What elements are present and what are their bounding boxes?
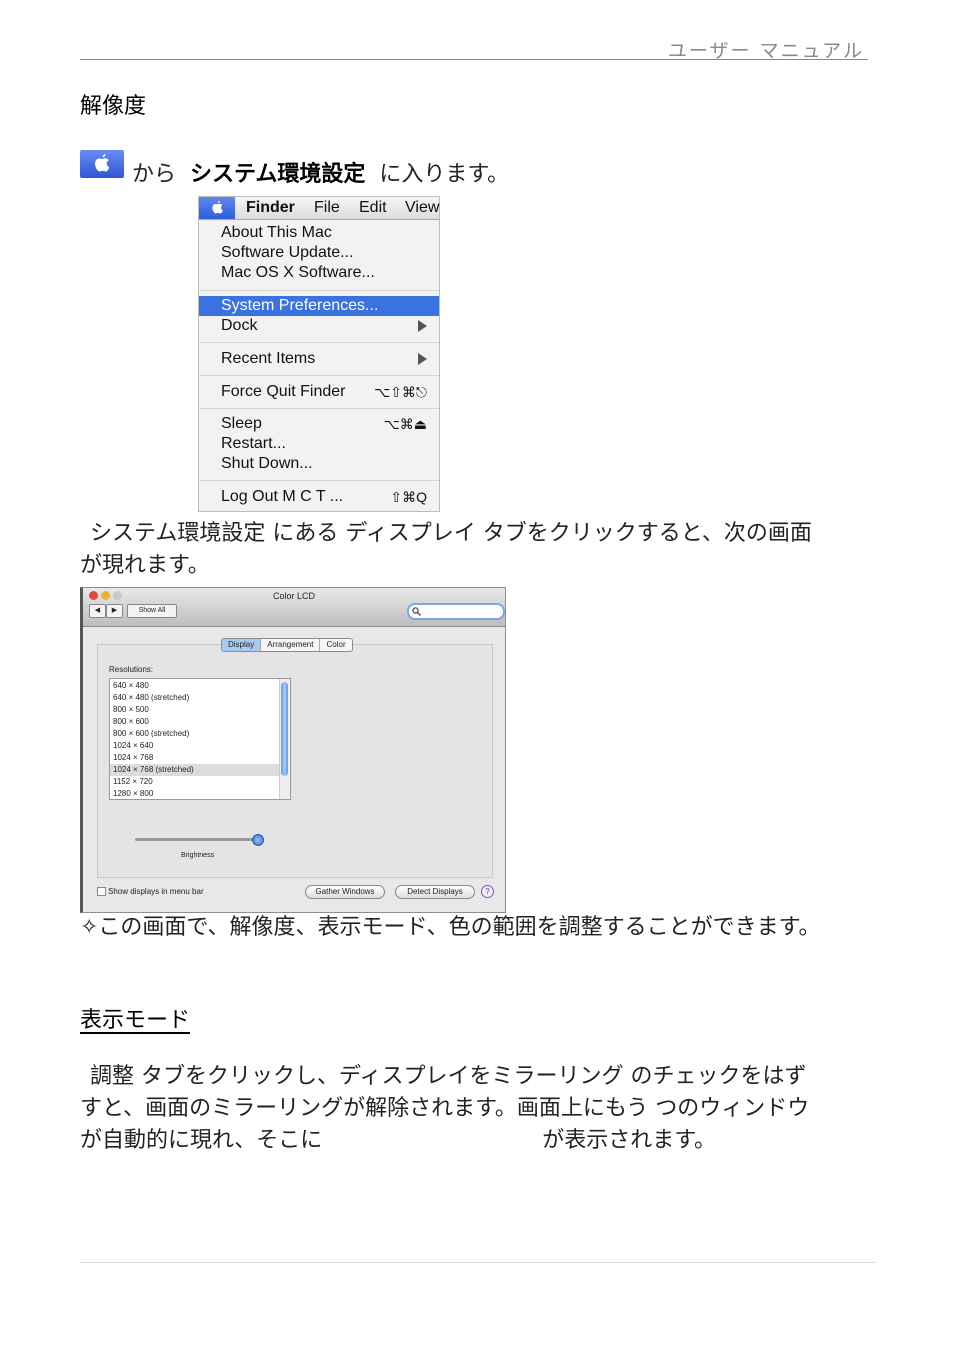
apple-menu-screenshot: Finder File Edit View About This Mac Sof… xyxy=(198,196,440,512)
resolution-item[interactable]: 800 × 600 xyxy=(110,716,281,728)
menu-item-dock[interactable]: Dock xyxy=(221,317,257,335)
resolution-scrollbar[interactable] xyxy=(279,679,290,799)
search-icon xyxy=(412,607,421,616)
search-input[interactable] xyxy=(407,603,505,620)
submenu-arrow-icon xyxy=(418,320,427,332)
brightness-label: Brightness xyxy=(181,852,215,859)
paragraph-line: が現れます。 xyxy=(80,553,210,578)
menu-item-software-update[interactable]: Software Update... xyxy=(221,244,354,262)
menu-item-recent-items[interactable]: Recent Items xyxy=(221,350,315,368)
menu-bar-edit[interactable]: Edit xyxy=(359,199,387,217)
intro-system-preferences: システム環境設定 xyxy=(190,162,366,187)
resolution-item[interactable]: 800 × 500 xyxy=(110,704,281,716)
menu-item-shut-down[interactable]: Shut Down... xyxy=(221,455,313,473)
section-heading-resolution: 解像度 xyxy=(80,94,147,119)
resolutions-label: Resolutions: xyxy=(109,665,154,674)
paragraph-line: すと、画面のミラーリングが解除されます。画面上にもう つのウィンドウ xyxy=(80,1096,810,1121)
forward-arrow-icon[interactable]: ▶ xyxy=(106,604,123,618)
menu-bar-finder[interactable]: Finder xyxy=(246,199,295,217)
menu-separator xyxy=(199,375,439,376)
gather-windows-button[interactable]: Gather Windows xyxy=(305,885,385,899)
footer-divider xyxy=(80,1262,876,1263)
scrollbar-thumb[interactable] xyxy=(281,682,288,776)
brightness-slider-knob[interactable] xyxy=(252,834,264,846)
apple-logo-icon xyxy=(80,150,124,178)
menu-item-sleep[interactable]: Sleep xyxy=(221,415,262,433)
brightness-slider[interactable] xyxy=(135,838,259,841)
preference-tabs: Display Arrangement Color xyxy=(221,638,353,652)
resolution-item[interactable]: 1280 × 800 xyxy=(110,788,281,799)
section-heading-display-mode: 表示モード xyxy=(80,1008,191,1033)
menu-bar: Finder File Edit View xyxy=(199,197,439,220)
paragraph-display-tab: システム環境設定 にある ディスプレイ タブをクリックすると、次の画面 が現れま… xyxy=(80,518,870,582)
log-out-shortcut: ⇧⌘Q xyxy=(390,489,427,505)
tab-arrangement[interactable]: Arrangement xyxy=(261,639,321,651)
menu-item-force-quit[interactable]: Force Quit Finder xyxy=(221,383,345,401)
paragraph-fragment: が表示されます。 xyxy=(542,1128,717,1153)
resolution-item[interactable]: 640 × 480 (stretched) xyxy=(110,692,281,704)
show-in-menu-bar-checkbox[interactable] xyxy=(97,887,106,896)
help-icon[interactable]: ? xyxy=(481,885,494,898)
menu-separator xyxy=(199,408,439,409)
display-preferences-window: Color LCD ◀ ▶ Show All Display Arrangeme… xyxy=(80,587,506,913)
menu-bar-view[interactable]: View xyxy=(405,199,439,217)
resolution-item[interactable]: 1024 × 768 xyxy=(110,752,281,764)
menu-item-restart[interactable]: Restart... xyxy=(221,435,286,453)
tab-display[interactable]: Display xyxy=(222,639,262,651)
submenu-arrow-icon xyxy=(418,353,427,365)
paragraph-line: が自動的に現れ、そこに が表示されます。 xyxy=(80,1125,870,1157)
resolution-item-selected[interactable]: 1024 × 768 (stretched) xyxy=(110,764,281,776)
menu-apple-icon[interactable] xyxy=(199,197,235,219)
force-quit-shortcut: ⌥⇧⌘⎋ xyxy=(374,384,427,400)
resolution-list[interactable]: 640 × 480 640 × 480 (stretched) 800 × 50… xyxy=(109,678,291,800)
intro-from: から xyxy=(132,162,177,187)
window-titlebar: Color LCD ◀ ▶ Show All xyxy=(83,588,505,627)
back-arrow-icon[interactable]: ◀ xyxy=(89,604,106,618)
menu-item-macos-software[interactable]: Mac OS X Software... xyxy=(221,264,375,282)
menu-bar-file[interactable]: File xyxy=(314,199,340,217)
menu-item-system-preferences[interactable]: System Preferences... xyxy=(221,297,378,315)
resolution-item[interactable]: 1152 × 720 xyxy=(110,776,281,788)
intro-line: から システム環境設定 に入ります。 xyxy=(132,156,509,188)
menu-separator xyxy=(199,342,439,343)
paragraph-display-mode: 調整 タブをクリックし、ディスプレイをミラーリング のチェックをはず すと、画面… xyxy=(80,1061,870,1157)
paragraph-fragment: が自動的に現れ、そこに xyxy=(80,1128,323,1153)
note-line: ✧この画面で、解像度、表示モード、色の範囲を調整することができます。 xyxy=(80,915,821,940)
sleep-shortcut: ⌥⌘⏏ xyxy=(383,416,427,432)
menu-separator xyxy=(199,290,439,291)
paragraph-line: システム環境設定 にある ディスプレイ タブをクリックすると、次の画面 xyxy=(90,521,812,546)
tab-color[interactable]: Color xyxy=(320,639,351,651)
header-divider xyxy=(80,59,868,60)
resolution-item[interactable]: 800 × 600 (stretched) xyxy=(110,728,281,740)
paragraph-line: 調整 タブをクリックし、ディスプレイをミラーリング のチェックをはず xyxy=(90,1064,807,1089)
menu-separator xyxy=(199,480,439,481)
menu-item-log-out[interactable]: Log Out M C T ... xyxy=(221,488,343,506)
window-title: Color LCD xyxy=(272,591,315,601)
menu-item-about[interactable]: About This Mac xyxy=(221,224,332,242)
show-in-menu-bar-label: Show displays in menu bar xyxy=(108,887,204,896)
detect-displays-button[interactable]: Detect Displays xyxy=(395,885,475,899)
resolution-item[interactable]: 640 × 480 xyxy=(110,680,281,692)
intro-tail: に入ります。 xyxy=(379,162,510,187)
resolution-item[interactable]: 1024 × 640 xyxy=(110,740,281,752)
show-all-button[interactable]: Show All xyxy=(127,604,177,618)
